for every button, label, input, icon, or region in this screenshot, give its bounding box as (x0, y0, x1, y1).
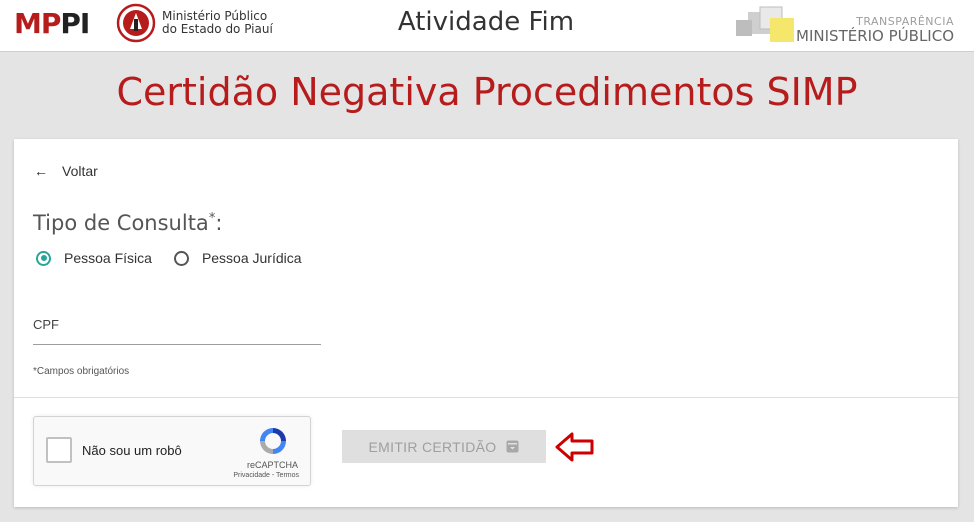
form-card: ← Voltar Tipo de Consulta*: Pessoa Físic… (14, 139, 958, 507)
top-header: MPPI Ministério Público do Estado do Pia… (0, 0, 974, 52)
radio-pessoa-juridica[interactable]: Pessoa Jurídica (173, 250, 302, 266)
cpf-input[interactable]: CPF (33, 315, 321, 345)
recaptcha-label: Não sou um robô (82, 443, 182, 458)
arrow-left-icon: ← (34, 163, 48, 179)
page-title: Certidão Negativa Procedimentos SIMP (116, 70, 858, 114)
recaptcha-links[interactable]: Privacidade - Termos (233, 472, 299, 479)
radio-checked-icon (36, 250, 51, 266)
recaptcha-checkbox[interactable] (46, 437, 72, 463)
emit-button-label: EMITIR CERTIDÃO (368, 438, 497, 455)
mppi-logo[interactable]: MPPI (14, 6, 90, 42)
radio-unchecked-icon (173, 250, 189, 266)
recaptcha-widget: Não sou um robô reCAPTCHA Privacidade - … (33, 416, 311, 486)
back-link[interactable]: ← Voltar (34, 163, 98, 179)
consulta-type-label: Tipo de Consulta*: (33, 211, 223, 235)
radio-pessoa-fisica[interactable]: Pessoa Física (36, 250, 152, 266)
seal-icon (116, 3, 156, 43)
transparency-text: TRANSPARÊNCIA MINISTÉRIO PÚBLICO (796, 16, 954, 45)
recaptcha-brand: reCAPTCHA (246, 460, 298, 470)
archive-icon (506, 440, 519, 453)
institution-line-2: do Estado do Piauí (162, 22, 273, 36)
divider (14, 397, 958, 398)
cpf-label: CPF (33, 317, 59, 332)
recaptcha-logo-icon (260, 428, 286, 454)
emit-certificate-button[interactable]: EMITIR CERTIDÃO (342, 430, 546, 463)
header-title: Atividade Fim (397, 7, 575, 37)
arrow-left-annotation-icon (555, 432, 594, 462)
institution-name: Ministério Público do Estado do Piauí (162, 10, 273, 36)
required-fields-note: *Campos obrigatórios (33, 366, 130, 377)
back-label: Voltar (62, 163, 98, 179)
radio-label: Pessoa Física (64, 250, 152, 266)
consulta-type-radio-group: Pessoa Física Pessoa Jurídica (36, 250, 324, 266)
radio-label: Pessoa Jurídica (201, 250, 302, 266)
transparency-bottom: MINISTÉRIO PÚBLICO (796, 27, 954, 45)
